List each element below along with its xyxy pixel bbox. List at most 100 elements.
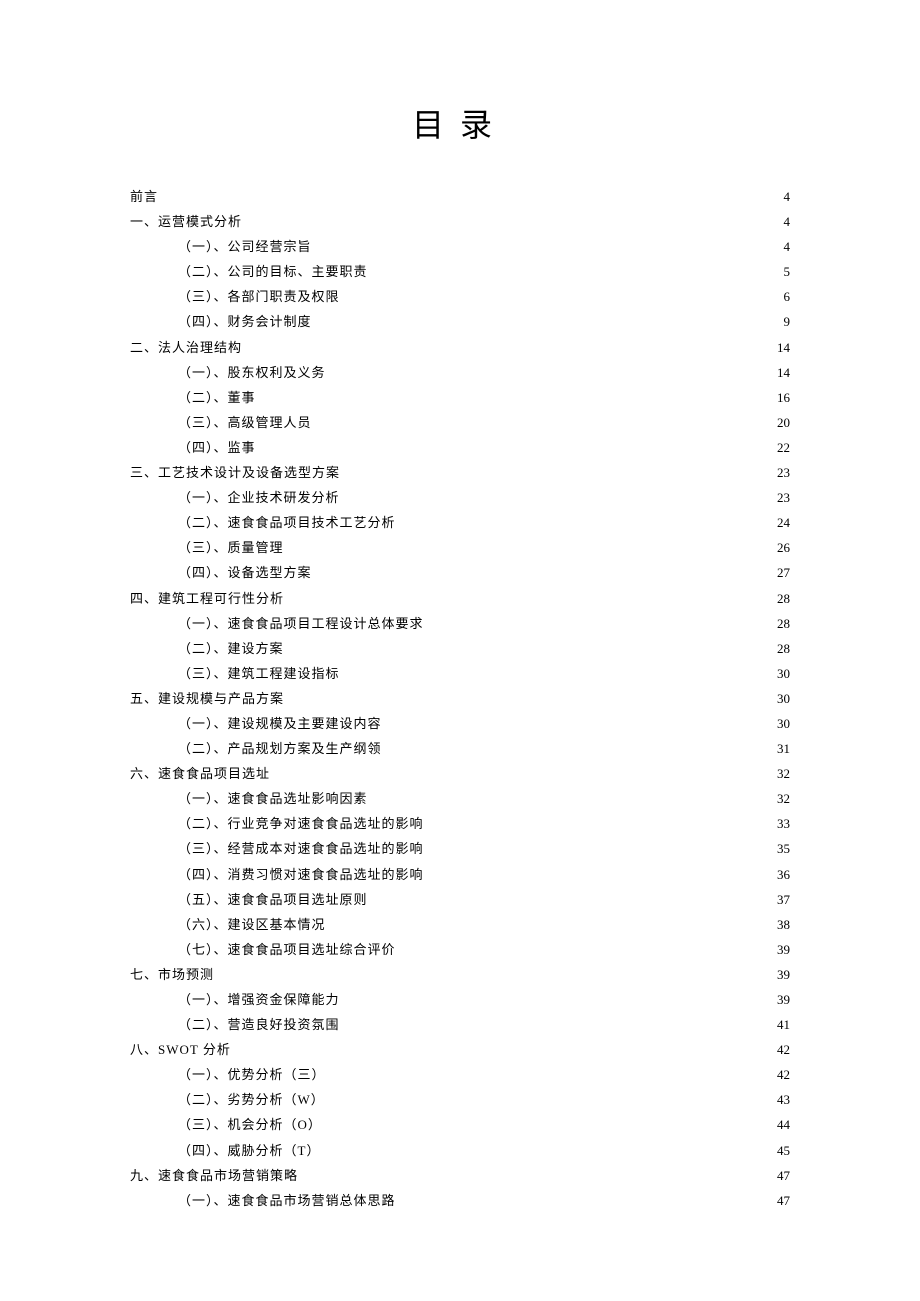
toc-entry-page: 16 <box>773 387 790 409</box>
toc-entry-label: （二）、董事 <box>178 387 256 409</box>
toc-entry-label: 五、建设规模与产品方案 <box>130 688 284 710</box>
toc-entry-label: （五）、速食食品项目选址原则 <box>178 889 368 911</box>
toc-entry: （二）、行业竞争对速食食品选址的影响 33 <box>130 813 790 835</box>
toc-entry: （七）、速食食品项目选址综合评价39 <box>130 939 790 961</box>
toc-entry-label: （二）、劣势分析（W） <box>178 1089 325 1111</box>
toc-entry-page: 14 <box>773 362 790 384</box>
toc-entry-label: 四、建筑工程可行性分析 <box>130 588 284 610</box>
toc-entry: （四）、设备选型方案27 <box>130 562 790 584</box>
toc-entry: （二）、公司的目标、主要职责 5 <box>130 261 790 283</box>
toc-entry-page: 47 <box>773 1165 790 1187</box>
toc-entry-label: 六、速食食品项目选址 <box>130 763 270 785</box>
toc-entry: 七、市场预测 39 <box>130 964 790 986</box>
toc-entry: 六、速食食品项目选址 32 <box>130 763 790 785</box>
toc-entry-label: （一）、速食食品市场营销总体思路 <box>178 1190 396 1212</box>
toc-entry-page: 37 <box>773 889 790 911</box>
toc-entry: （三）、各部门职责及权限 6 <box>130 286 790 308</box>
toc-entry-label: （二）、速食食品项目技术工艺分析 <box>178 512 396 534</box>
toc-entry-label: （二）、营造良好投资氛围 <box>178 1014 340 1036</box>
toc-entry-page: 30 <box>773 688 790 710</box>
toc-entry-label: （二）、行业竞争对速食食品选址的影响 <box>178 813 424 835</box>
toc-entry: （四）、消费习惯对速食食品选址的影响 36 <box>130 864 790 886</box>
toc-entry-label: （一）、股东权利及义务 <box>178 362 326 384</box>
toc-entry: （四）、威胁分析（T） 45 <box>130 1140 790 1162</box>
toc-entry: （一）、速食食品项目工程设计总体要求 28 <box>130 613 790 635</box>
toc-entry: （一）、股东权利及义务 14 <box>130 362 790 384</box>
toc-entry-page: 28 <box>773 613 790 635</box>
toc-entry: 前言 4 <box>130 186 790 208</box>
toc-entry-label: （六）、建设区基本情况 <box>178 914 326 936</box>
toc-entry-page: 32 <box>773 763 790 785</box>
toc-entry-page: 22 <box>773 437 790 459</box>
toc-entry-label: 九、速食食品市场营销策略 <box>130 1165 298 1187</box>
toc-entry-label: （二）、产品规划方案及生产纲领 <box>178 738 382 760</box>
toc-entry-page: 24 <box>773 512 790 534</box>
toc-entry: 九、速食食品市场营销策略 47 <box>130 1165 790 1187</box>
toc-entry: （二）、产品规划方案及生产纲领 31 <box>130 738 790 760</box>
toc-entry: （二）、速食食品项目技术工艺分析 24 <box>130 512 790 534</box>
toc-entry: （一）、优势分析（三）42 <box>130 1064 790 1086</box>
toc-entry: 三、工艺技术设计及设备选型方案23 <box>130 462 790 484</box>
toc-entry-page: 36 <box>773 864 790 886</box>
toc-entry-label: （四）、消费习惯对速食食品选址的影响 <box>178 864 424 886</box>
toc-entry: （二）、董事 16 <box>130 387 790 409</box>
toc-entry: （三）、经营成本对速食食品选址的影响35 <box>130 838 790 860</box>
toc-entry-page: 4 <box>780 211 791 233</box>
toc-entry-page: 4 <box>780 186 791 208</box>
toc-entry: （一）、速食食品选址影响因素32 <box>130 788 790 810</box>
toc-entry-page: 30 <box>773 663 790 685</box>
toc-entry-page: 42 <box>773 1039 790 1061</box>
table-of-contents: 前言 4 一、运营模式分析 4 （一）、公司经营宗旨 4 （二）、公司的目标、主要职责 5 （三… <box>130 186 790 1212</box>
toc-entry-label: （三）、机会分析（O） <box>178 1114 322 1136</box>
toc-entry-page: 41 <box>773 1014 790 1036</box>
toc-entry: 一、运营模式分析 4 <box>130 211 790 233</box>
toc-entry-label: （三）、经营成本对速食食品选址的影响 <box>178 838 424 860</box>
toc-entry: （三）、质量管理 26 <box>130 537 790 559</box>
toc-entry-label: （三）、质量管理 <box>178 537 284 559</box>
toc-entry-label: （一）、优势分析（三） <box>178 1064 326 1086</box>
toc-entry-page: 26 <box>773 537 790 559</box>
toc-entry-label: （二）、公司的目标、主要职责 <box>178 261 368 283</box>
toc-entry-page: 28 <box>773 638 790 660</box>
toc-entry: （六）、建设区基本情况 38 <box>130 914 790 936</box>
toc-entry-label: 一、运营模式分析 <box>130 211 242 233</box>
toc-entry: 五、建设规模与产品方案 30 <box>130 688 790 710</box>
toc-entry-page: 6 <box>780 286 791 308</box>
toc-entry-page: 33 <box>773 813 790 835</box>
toc-entry: （一）、建设规模及主要建设内容 30 <box>130 713 790 735</box>
toc-entry-label: （四）、财务会计制度 <box>178 311 312 333</box>
toc-entry-page: 45 <box>773 1140 790 1162</box>
toc-entry: （四）、财务会计制度 9 <box>130 311 790 333</box>
toc-entry-label: 前言 <box>130 186 158 208</box>
toc-entry-page: 28 <box>773 588 790 610</box>
toc-entry-page: 47 <box>773 1190 790 1212</box>
toc-entry-label: 八、SWOT 分析 <box>130 1039 231 1061</box>
toc-entry-page: 5 <box>780 261 791 283</box>
toc-entry: （三）、高级管理人员20 <box>130 412 790 434</box>
toc-entry: （一）、增强资金保障能力 39 <box>130 989 790 1011</box>
toc-entry-page: 27 <box>773 562 790 584</box>
toc-entry-page: 31 <box>773 738 790 760</box>
document-title: 目录 <box>130 100 790 146</box>
toc-entry-page: 43 <box>773 1089 790 1111</box>
toc-entry-page: 38 <box>773 914 790 936</box>
toc-entry-label: 七、市场预测 <box>130 964 214 986</box>
toc-entry-page: 39 <box>773 964 790 986</box>
toc-entry-label: （三）、高级管理人员 <box>178 412 312 434</box>
toc-entry: （二）、营造良好投资氛围 41 <box>130 1014 790 1036</box>
toc-entry: （一）、速食食品市场营销总体思路 47 <box>130 1190 790 1212</box>
toc-entry-page: 39 <box>773 989 790 1011</box>
toc-entry: 二、法人治理结构14 <box>130 337 790 359</box>
toc-entry: 四、建筑工程可行性分析 28 <box>130 588 790 610</box>
toc-entry-page: 30 <box>773 713 790 735</box>
toc-entry-page: 4 <box>780 236 791 258</box>
toc-entry-page: 23 <box>773 487 790 509</box>
toc-entry-label: （三）、各部门职责及权限 <box>178 286 340 308</box>
toc-entry-label: （一）、增强资金保障能力 <box>178 989 340 1011</box>
toc-entry-label: （一）、公司经营宗旨 <box>178 236 312 258</box>
toc-entry-label: （四）、威胁分析（T） <box>178 1140 320 1162</box>
toc-entry-page: 9 <box>780 311 791 333</box>
toc-entry: （一）、企业技术研发分析23 <box>130 487 790 509</box>
toc-entry-label: （一）、速食食品项目工程设计总体要求 <box>178 613 424 635</box>
toc-entry-label: （一）、建设规模及主要建设内容 <box>178 713 382 735</box>
